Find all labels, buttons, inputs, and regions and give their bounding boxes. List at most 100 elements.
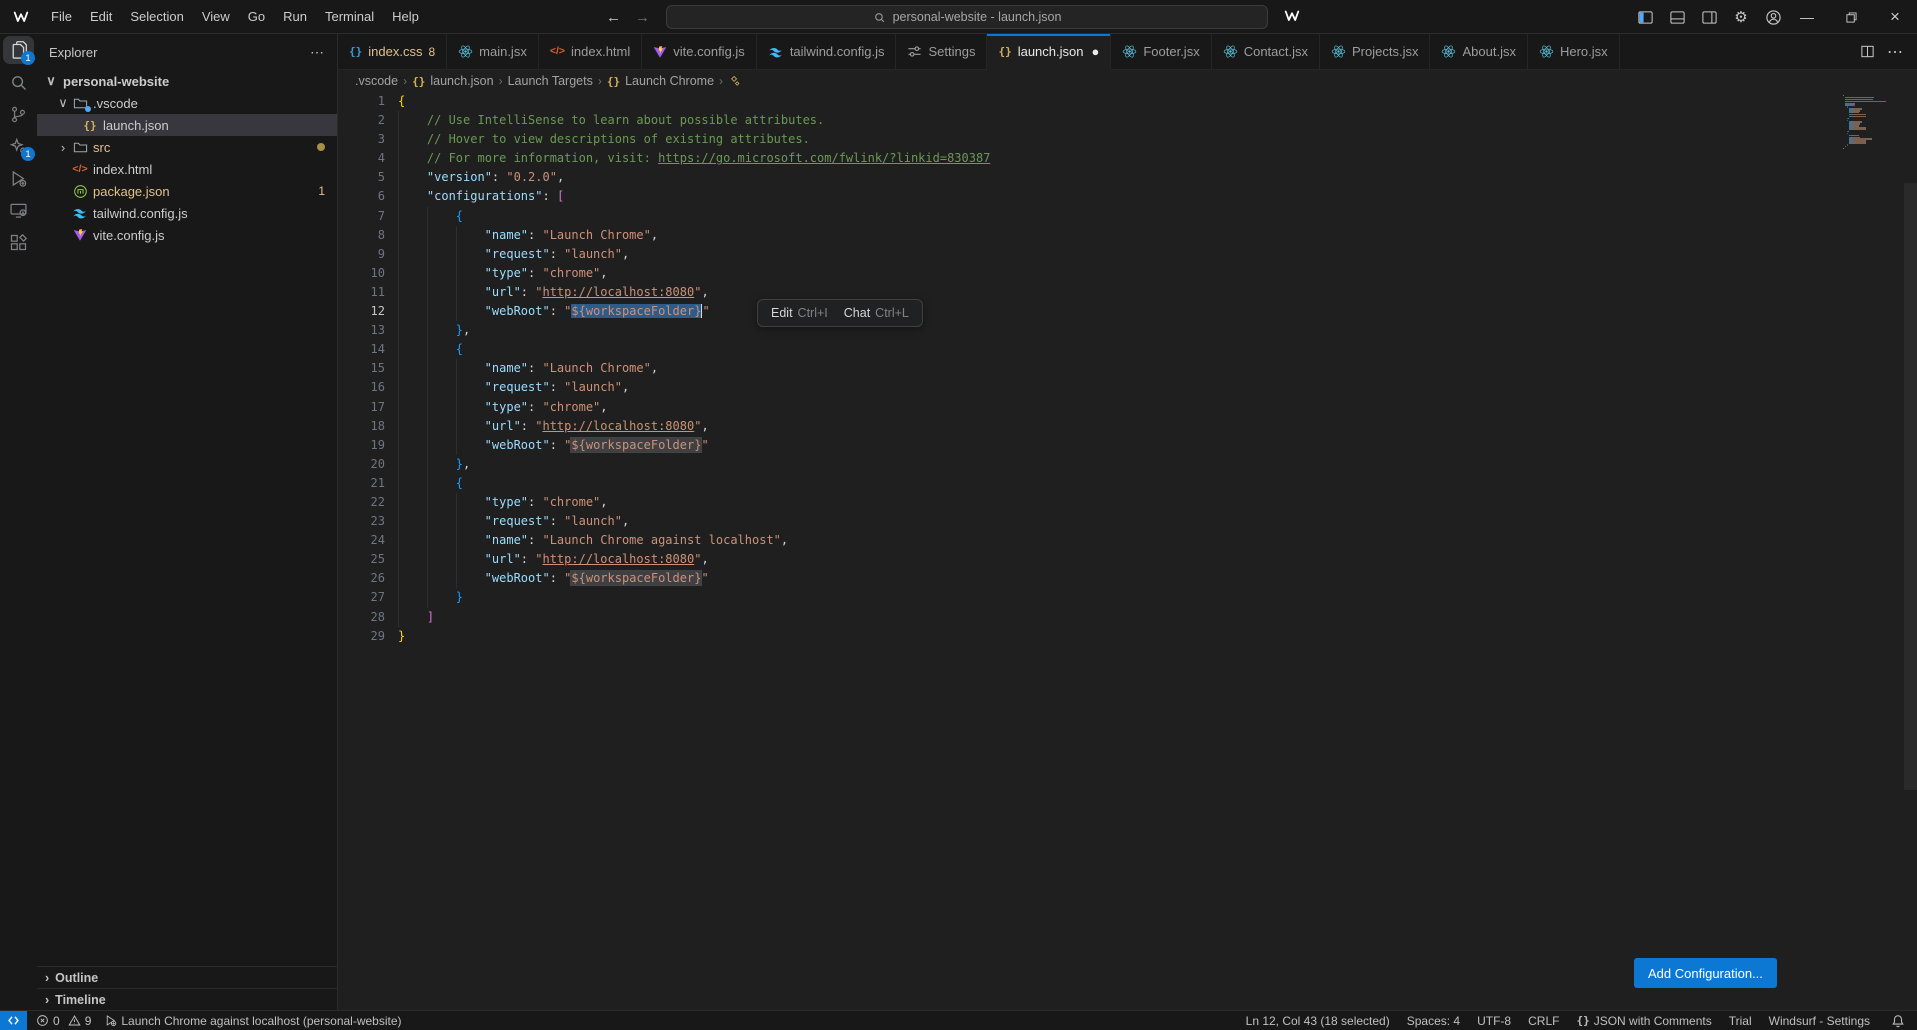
line-number[interactable]: 27 [338,588,385,607]
account-icon[interactable] [1761,5,1785,29]
tree-item-package-json[interactable]: package.json1 [37,180,337,202]
tab-vite-config-js[interactable]: vite.config.js [642,34,757,69]
code-line-26[interactable]: 26"webRoot": "${workspaceFolder}" [338,569,1917,588]
line-number[interactable]: 13 [338,321,385,340]
toggle-panel-icon[interactable] [1665,5,1689,29]
line-number[interactable]: 19 [338,436,385,455]
nav-forward-icon[interactable]: → [635,9,650,26]
minimap[interactable] [1843,95,1900,150]
code-line-14[interactable]: 14{ [338,340,1917,359]
tree-item-src[interactable]: ›src [37,136,337,158]
code-line-27[interactable]: 27} [338,588,1917,607]
toggle-primary-sidebar-icon[interactable] [1633,5,1657,29]
line-number[interactable]: 25 [338,550,385,569]
add-configuration-button[interactable]: Add Configuration... [1634,958,1777,988]
line-number[interactable]: 8 [338,226,385,245]
code-line-15[interactable]: 15"name": "Launch Chrome", [338,359,1917,378]
line-number[interactable]: 26 [338,569,385,588]
code-line-6[interactable]: 6"configurations": [ [338,187,1917,206]
activity-explorer[interactable]: 1 [0,34,37,66]
explorer-more-actions-icon[interactable]: ⋯ [310,44,325,61]
code-editor[interactable]: 1{2// Use IntelliSense to learn about po… [338,92,1917,646]
line-number[interactable]: 6 [338,187,385,206]
line-number[interactable]: 15 [338,359,385,378]
code-line-24[interactable]: 24"name": "Launch Chrome against localho… [338,531,1917,550]
code-line-19[interactable]: 19"webRoot": "${workspaceFolder}" [338,436,1917,455]
code-line-13[interactable]: 13}, [338,321,1917,340]
status-item-indentation[interactable]: Spaces: 4 [1407,1014,1460,1028]
tree-item-tailwind-config-js[interactable]: tailwind.config.js [37,202,337,224]
code-line-3[interactable]: 3// Hover to view descriptions of existi… [338,130,1917,149]
activity-source-control[interactable] [0,98,37,130]
code-line-22[interactable]: 22"type": "chrome", [338,493,1917,512]
menu-run[interactable]: Run [274,0,316,34]
tab-about-jsx[interactable]: About.jsx [1430,34,1527,69]
line-number[interactable]: 10 [338,264,385,283]
code-line-7[interactable]: 7{ [338,207,1917,226]
line-number[interactable]: 16 [338,378,385,397]
menu-file[interactable]: File [42,0,81,34]
tab-launch-json[interactable]: {}launch.json● [987,34,1111,70]
status-item-eol[interactable]: CRLF [1528,1014,1559,1028]
editor-scrollbar[interactable] [1904,183,1917,790]
menu-help[interactable]: Help [383,0,428,34]
line-number[interactable]: 7 [338,207,385,226]
tab-hero-jsx[interactable]: Hero.jsx [1528,34,1620,69]
code-line-11[interactable]: 11"url": "http://localhost:8080", [338,283,1917,302]
line-number[interactable]: 17 [338,398,385,417]
tree-item-launch-json[interactable]: {}launch.json [37,114,337,136]
menu-edit[interactable]: Edit [81,0,121,34]
tab-main-jsx[interactable]: main.jsx [447,34,539,69]
code-line-10[interactable]: 10"type": "chrome", [338,264,1917,283]
status-item-settings[interactable]: Windsurf - Settings [1769,1014,1870,1028]
breadcrumb-item[interactable]: .vscode [355,74,398,88]
code-line-17[interactable]: 17"type": "chrome", [338,398,1917,417]
panel-timeline[interactable]: ›Timeline [37,988,337,1010]
tab-index-css[interactable]: {}index.css8 [338,34,447,69]
line-number[interactable]: 21 [338,474,385,493]
tree-item--vscode[interactable]: ∨.vscode [37,92,337,114]
code-line-9[interactable]: 9"request": "launch", [338,245,1917,264]
line-number[interactable]: 24 [338,531,385,550]
code-line-28[interactable]: 28] [338,608,1917,627]
code-line-20[interactable]: 20}, [338,455,1917,474]
activity-search[interactable] [0,66,37,98]
remote-indicator[interactable] [0,1011,27,1030]
notifications-bell-icon[interactable] [1891,1014,1905,1028]
line-number[interactable]: 1 [338,92,385,111]
line-number[interactable]: 11 [338,283,385,302]
line-number[interactable]: 3 [338,130,385,149]
tree-item-vite-config-js[interactable]: vite.config.js [37,224,337,246]
status-problems[interactable]: 0 9 [36,1014,91,1028]
tooltip-edit-button[interactable]: EditCtrl+I [771,306,828,320]
activity-windsurf-ai[interactable]: 1 [0,130,37,162]
code-line-18[interactable]: 18"url": "http://localhost:8080", [338,417,1917,436]
tab-footer-jsx[interactable]: Footer.jsx [1111,34,1211,69]
line-number[interactable]: 2 [338,111,385,130]
tree-item-index-html[interactable]: </>index.html [37,158,337,180]
code-line-21[interactable]: 21{ [338,474,1917,493]
tab-projects-jsx[interactable]: Projects.jsx [1320,34,1430,69]
code-line-1[interactable]: 1{ [338,92,1917,111]
code-line-8[interactable]: 8"name": "Launch Chrome", [338,226,1917,245]
command-center-search[interactable]: personal-website - launch.json [666,5,1268,29]
code-line-12[interactable]: 12"webRoot": "${workspaceFolder}" [338,302,1917,321]
menu-go[interactable]: Go [239,0,274,34]
panel-outline[interactable]: ›Outline [37,966,337,988]
line-number[interactable]: 12 [338,302,385,321]
line-number[interactable]: 14 [338,340,385,359]
code-line-29[interactable]: 29} [338,627,1917,646]
breadcrumb-item[interactable]: {}launch.json [412,74,494,88]
status-item-cursor-position[interactable]: Ln 12, Col 43 (18 selected) [1246,1014,1390,1028]
status-item-trial[interactable]: Trial [1729,1014,1752,1028]
editor-more-actions-icon[interactable]: ⋯ [1887,42,1903,62]
line-number[interactable]: 29 [338,627,385,646]
nav-back-icon[interactable]: ← [606,9,621,26]
toggle-secondary-sidebar-icon[interactable] [1697,5,1721,29]
line-number[interactable]: 28 [338,608,385,627]
activity-extensions[interactable] [0,226,37,258]
activity-remote-explorer[interactable] [0,194,37,226]
line-number[interactable]: 9 [338,245,385,264]
tab-tailwind-config-js[interactable]: tailwind.config.js [757,34,897,69]
line-number[interactable]: 23 [338,512,385,531]
